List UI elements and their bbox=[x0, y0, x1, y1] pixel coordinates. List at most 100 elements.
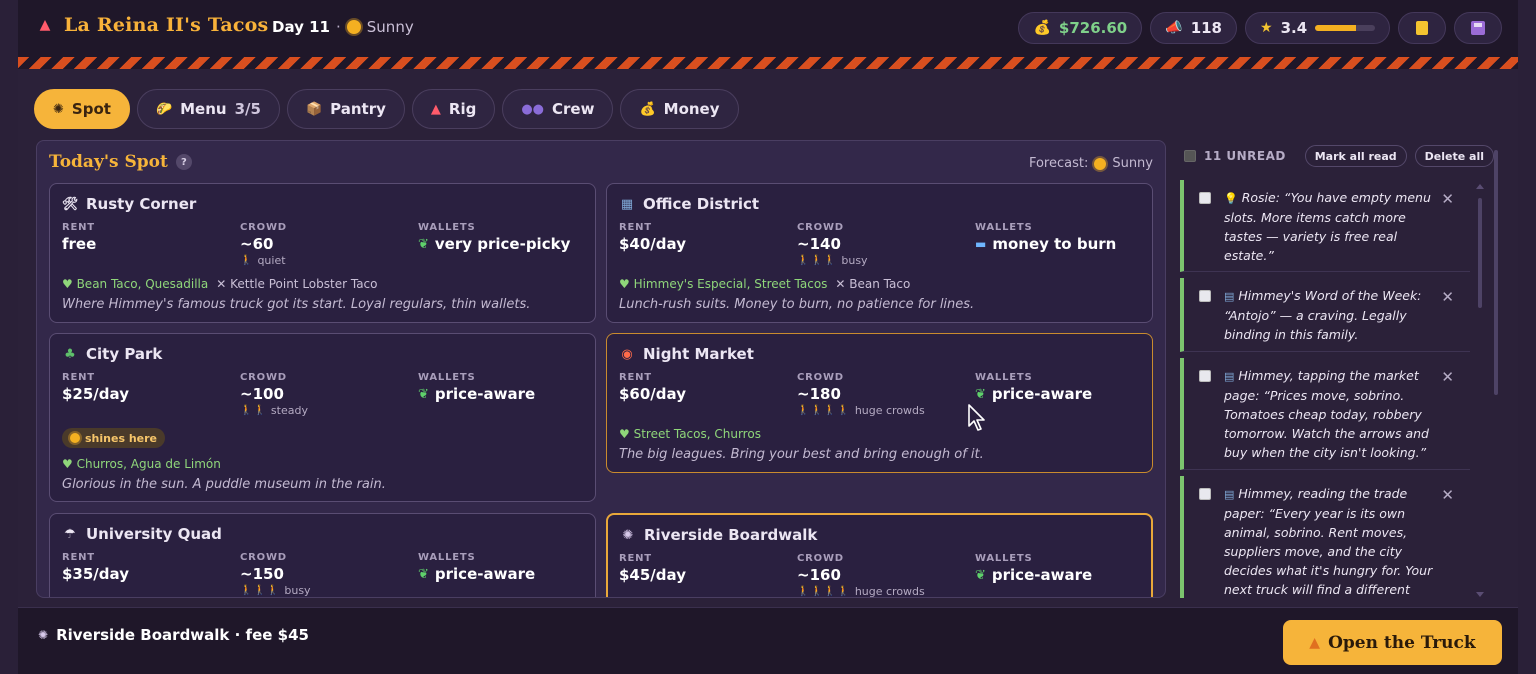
message-checkbox[interactable] bbox=[1199, 192, 1211, 204]
rent-label: RENT bbox=[62, 222, 95, 233]
crowd-label: CROWD bbox=[797, 372, 844, 383]
message-item[interactable]: 💡 Rosie: “You have empty menu slots. More… bbox=[1180, 180, 1470, 272]
tastes: ♥ Himmey's Especial, Street Tacos ✕ Bean … bbox=[619, 277, 910, 291]
rent-label: RENT bbox=[62, 552, 95, 563]
rent-value: $25/day bbox=[62, 385, 129, 403]
crowd-note: huge crowds bbox=[854, 404, 925, 417]
open-truck-button[interactable]: ▲ Open the Truck bbox=[1283, 620, 1502, 665]
rent-col: RENT $60/day bbox=[619, 372, 686, 403]
forecast-label: Forecast: bbox=[1028, 156, 1089, 171]
rent-label: RENT bbox=[62, 372, 95, 383]
close-icon[interactable]: ✕ bbox=[1441, 190, 1454, 208]
crowd-value: ~150 bbox=[240, 565, 284, 583]
selected-spot: ✺ Riverside Boardwalk · fee $45 bbox=[38, 626, 309, 644]
close-icon[interactable]: ✕ bbox=[1441, 288, 1454, 306]
star-icon: ★ bbox=[1260, 20, 1273, 36]
message-body: Himmey, tapping the market page: “Prices… bbox=[1224, 368, 1429, 460]
panel-header: Today's Spot ? bbox=[49, 152, 192, 172]
crowd-label: CROWD bbox=[240, 552, 287, 563]
shines-badge: shines here bbox=[62, 428, 165, 448]
crowd-sub: 🚶🚶🚶🚶 huge crowds bbox=[797, 404, 925, 417]
rating-pill[interactable]: ★ 3.4 bbox=[1245, 12, 1390, 44]
save-button[interactable] bbox=[1454, 12, 1502, 44]
tab-crew[interactable]: ●● Crew bbox=[502, 89, 614, 129]
card-title: City Park bbox=[86, 345, 163, 363]
tools-icon: 🛠 bbox=[62, 196, 79, 212]
crowd-sub: 🚶 quiet bbox=[240, 254, 287, 267]
weather-label: Sunny bbox=[366, 18, 414, 36]
spot-card-office-district[interactable]: ▦ Office District RENT $40/day CROWD ~140 🚶🚶… bbox=[606, 183, 1153, 323]
scroll-up-icon[interactable] bbox=[1476, 184, 1484, 189]
close-icon[interactable]: ✕ bbox=[1441, 486, 1454, 504]
rating-bar-fill bbox=[1315, 25, 1356, 31]
rent-col: RENT $35/day bbox=[62, 552, 129, 583]
inbox-header: 11 UNREAD Mark all read Delete all bbox=[1184, 144, 1494, 168]
spot-card-night-market[interactable]: ◉ Night Market RENT $60/day CROWD ~180 🚶🚶🚶🚶 h… bbox=[606, 333, 1153, 473]
notebook-icon bbox=[1416, 21, 1428, 35]
mark-all-read-button[interactable]: Mark all read bbox=[1304, 145, 1407, 167]
likes: ♥ Street Tacos, Churros bbox=[619, 427, 761, 441]
wallets-col: WALLETS ❦ price-aware bbox=[975, 553, 1092, 584]
inbox-scrollbar[interactable] bbox=[1478, 198, 1482, 308]
tab-rig[interactable]: ▲ Rig bbox=[411, 89, 496, 129]
rating-bar bbox=[1315, 25, 1375, 31]
wallets-value: ▬ money to burn bbox=[975, 235, 1116, 253]
tab-menu[interactable]: 🌮 Menu 3/5 bbox=[136, 89, 280, 129]
crowd-col: CROWD ~180 🚶🚶🚶🚶 huge crowds bbox=[797, 372, 925, 417]
money-pill[interactable]: 💰 $726.60 bbox=[1018, 12, 1143, 44]
help-icon[interactable]: ? bbox=[175, 154, 192, 170]
wallets-col: WALLETS ❦ price-aware bbox=[418, 372, 535, 403]
message-item[interactable]: ▤ Himmey, reading the trade paper: “Every… bbox=[1180, 476, 1470, 598]
message-checkbox[interactable] bbox=[1199, 488, 1211, 500]
footer-bar: ✺ Riverside Boardwalk · fee $45 ▲ Open t… bbox=[18, 607, 1518, 674]
spot-card-city-park[interactable]: ♣ City Park RENT $25/day CROWD ~100 🚶🚶 steady… bbox=[49, 333, 596, 502]
leaf-icon: ❦ bbox=[975, 386, 986, 402]
wallets-col: WALLETS ❦ price-aware bbox=[418, 552, 535, 583]
wallets-col: WALLETS ❦ price-aware bbox=[975, 372, 1092, 403]
message-item[interactable]: ▤ Himmey, tapping the market page: “Price… bbox=[1180, 358, 1470, 470]
crowd-sub: 🚶🚶 steady bbox=[240, 404, 308, 417]
fans-pill[interactable]: 📣 118 bbox=[1150, 12, 1237, 44]
separator: · bbox=[336, 18, 341, 36]
crowd-people-icon: 🚶 bbox=[240, 255, 254, 266]
tab-spot[interactable]: ✺ Spot bbox=[34, 89, 130, 129]
rent-col: RENT $40/day bbox=[619, 222, 686, 253]
wallets-label: WALLETS bbox=[975, 222, 1033, 233]
wallets-col: WALLETS ▬ money to burn bbox=[975, 222, 1116, 253]
wallets-value: ❦ very price-picky bbox=[418, 235, 570, 253]
scroll-down-icon[interactable] bbox=[1476, 592, 1484, 597]
spot-card-rusty-corner[interactable]: 🛠 Rusty Corner RENT free CROWD ~60 🚶 quiet WA… bbox=[49, 183, 596, 323]
close-icon[interactable]: ✕ bbox=[1441, 368, 1454, 386]
notes-button[interactable] bbox=[1398, 12, 1446, 44]
tastes: ♥ Bean Taco, Quesadilla ✕ Kettle Point Lo… bbox=[62, 277, 378, 291]
delete-all-button[interactable]: Delete all bbox=[1414, 145, 1494, 167]
crowd-value: ~180 bbox=[797, 385, 841, 403]
message-checkbox[interactable] bbox=[1199, 370, 1211, 382]
tab-money[interactable]: 💰 Money bbox=[620, 89, 739, 129]
select-all-checkbox[interactable] bbox=[1184, 150, 1196, 162]
wallets-label: WALLETS bbox=[975, 372, 1033, 383]
wallets-text: very price-picky bbox=[434, 235, 571, 253]
tab-pantry[interactable]: 📦 Pantry bbox=[286, 89, 405, 129]
likes-text: Street Tacos, Churros bbox=[633, 427, 761, 441]
tab-label: Pantry bbox=[330, 100, 386, 118]
crowd-note: busy bbox=[284, 584, 311, 597]
crowd-value: ~160 bbox=[797, 566, 841, 584]
message-item[interactable]: ▤ Himmey's Word of the Week: “Antojo” — a… bbox=[1180, 278, 1470, 352]
rent-col: RENT free bbox=[62, 222, 96, 253]
rent-label: RENT bbox=[619, 372, 652, 383]
rent-label: RENT bbox=[619, 553, 652, 564]
truck-title: La Reina II's Tacos bbox=[64, 14, 269, 36]
outer-scrollbar[interactable] bbox=[1494, 150, 1498, 395]
spot-card-riverside-boardwalk[interactable]: ✺ Riverside Boardwalk RENT $45/day CROWD ~1… bbox=[606, 513, 1153, 597]
wallets-value: ❦ price-aware bbox=[418, 385, 535, 403]
ferris-wheel-icon: ✺ bbox=[53, 101, 64, 117]
wallets-text: price-aware bbox=[434, 565, 536, 583]
card-title: University Quad bbox=[86, 525, 222, 543]
tab-count: 3/5 bbox=[234, 100, 261, 118]
leaf-icon: ❦ bbox=[975, 567, 986, 583]
message-checkbox[interactable] bbox=[1199, 290, 1211, 302]
spot-card-university-quad[interactable]: ☂ University Quad RENT $35/day CROWD ~150 🚶🚶… bbox=[49, 513, 596, 597]
wallets-text: money to burn bbox=[992, 235, 1117, 253]
forecast: Forecast: Sunny bbox=[1029, 156, 1153, 171]
